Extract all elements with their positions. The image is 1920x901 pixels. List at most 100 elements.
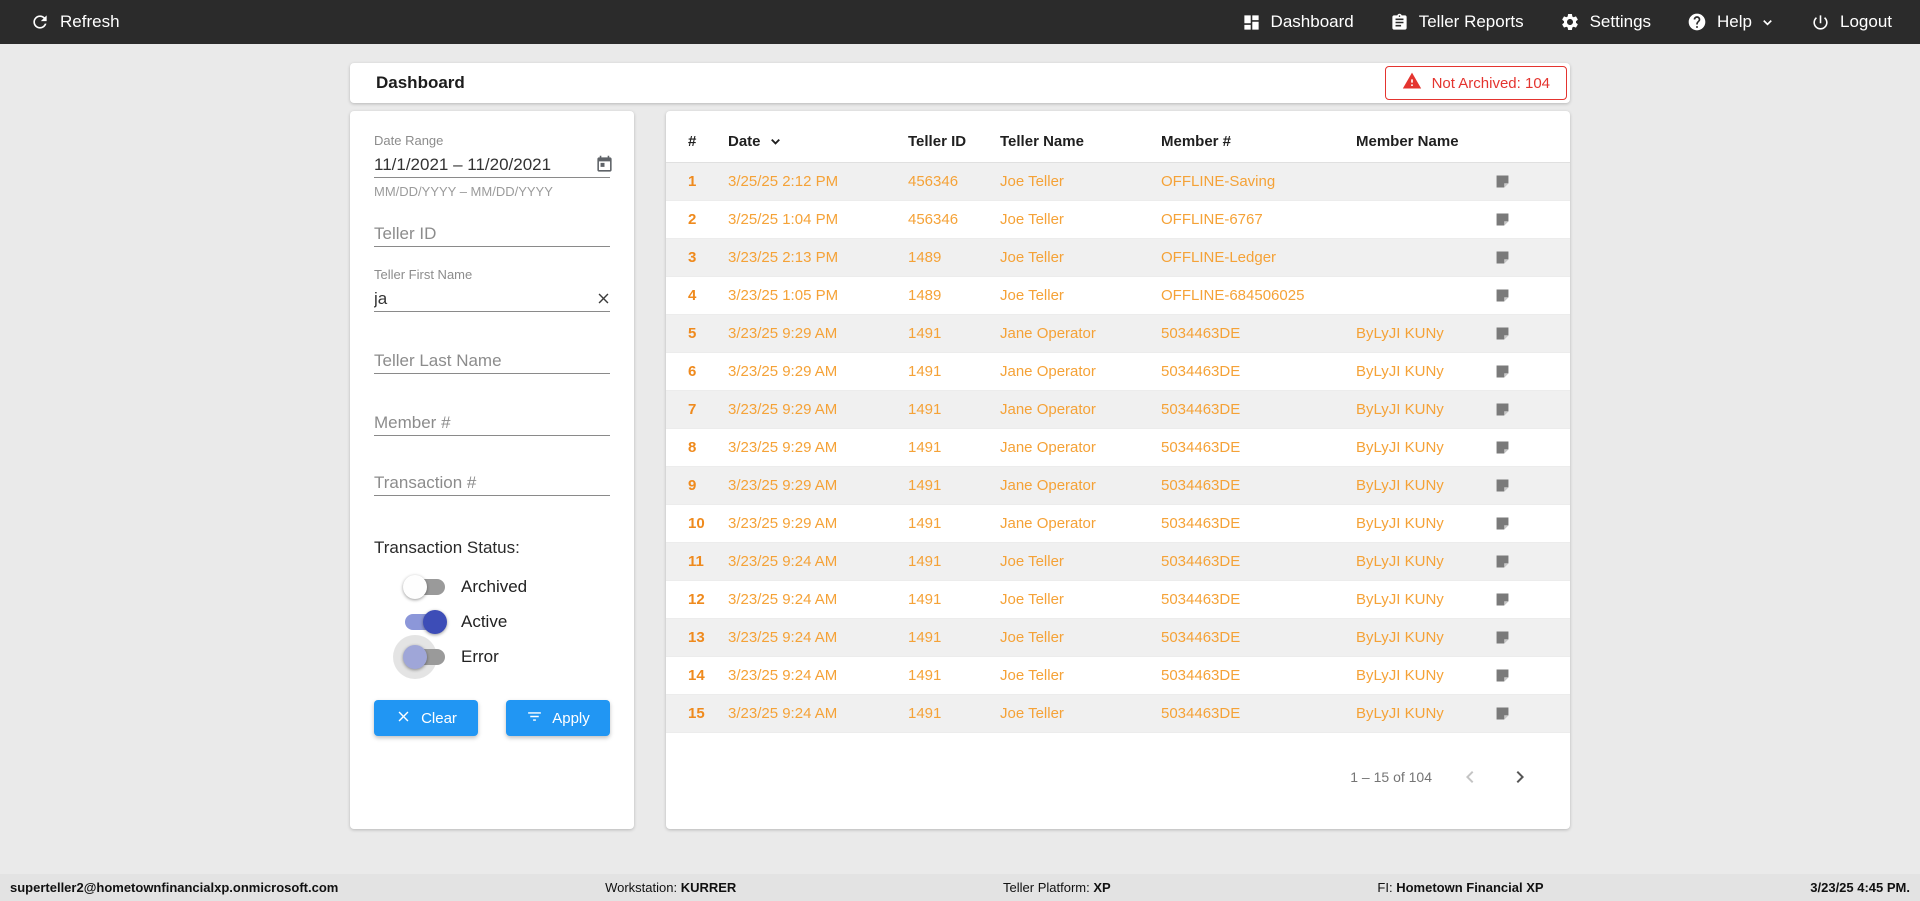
table-row[interactable]: 7 3/23/25 9:29 AM 1491 Jane Operator 503… [666, 391, 1570, 429]
refresh-label: Refresh [60, 12, 120, 31]
row-date: 3/23/25 9:24 AM [728, 705, 838, 722]
row-number: 11 [688, 553, 704, 570]
row-member-name: ByLyJI KUNy [1356, 325, 1444, 342]
toggle-active-label: Active [461, 612, 508, 631]
toggle-archived[interactable]: Archived [403, 574, 610, 600]
table-row[interactable]: 6 3/23/25 9:29 AM 1491 Jane Operator 503… [666, 353, 1570, 391]
row-date: 3/23/25 9:24 AM [728, 553, 838, 570]
row-member-name: ByLyJI KUNy [1356, 705, 1444, 722]
next-page-button[interactable] [1508, 765, 1532, 789]
table-row[interactable]: 1 3/25/25 2:12 PM 456346 Joe Teller OFFL… [666, 163, 1570, 201]
clear-field-x-icon[interactable] [595, 290, 612, 307]
row-member-number: 5034463DE [1161, 591, 1241, 608]
status-bar: superteller2@hometownfinancialxp.onmicro… [0, 874, 1920, 901]
row-date: 3/25/25 1:04 PM [728, 211, 839, 228]
teller-id-input[interactable] [374, 221, 610, 246]
row-number: 8 [688, 439, 697, 456]
col-header-teller-id: Teller ID [908, 133, 967, 150]
nav-logout[interactable]: Logout [1811, 12, 1892, 32]
nav-teller-reports-label: Teller Reports [1418, 12, 1524, 31]
toggle-active[interactable]: Active [403, 609, 610, 635]
table-row[interactable]: 3 3/23/25 2:13 PM 1489 Joe Teller OFFLIN… [666, 239, 1570, 277]
note-icon[interactable] [1494, 667, 1511, 684]
row-teller-name: Joe Teller [1000, 667, 1064, 684]
clear-button-label: Clear [421, 709, 457, 727]
table-row[interactable]: 2 3/25/25 1:04 PM 456346 Joe Teller OFFL… [666, 201, 1570, 239]
table-row[interactable]: 10 3/23/25 9:29 AM 1491 Jane Operator 50… [666, 505, 1570, 543]
note-icon[interactable] [1494, 553, 1511, 570]
note-icon[interactable] [1494, 401, 1511, 418]
help-icon [1687, 12, 1707, 32]
note-icon[interactable] [1494, 591, 1511, 608]
nav-logout-label: Logout [1840, 12, 1892, 31]
row-member-name: ByLyJI KUNy [1356, 439, 1444, 456]
member-number-input[interactable] [374, 410, 610, 435]
note-icon[interactable] [1494, 477, 1511, 494]
table-row[interactable]: 13 3/23/25 9:24 AM 1491 Joe Teller 50344… [666, 619, 1570, 657]
reports-clipboard-icon [1390, 13, 1409, 32]
row-teller-name: Jane Operator [1000, 325, 1096, 342]
not-archived-badge[interactable]: Not Archived: 104 [1384, 66, 1567, 100]
row-teller-name: Jane Operator [1000, 363, 1096, 380]
row-teller-name: Joe Teller [1000, 591, 1064, 608]
col-header-teller-name: Teller Name [1000, 133, 1084, 150]
row-teller-name: Joe Teller [1000, 211, 1064, 228]
teller-last-name-input[interactable] [374, 348, 610, 373]
note-icon[interactable] [1494, 287, 1511, 304]
row-teller-id: 1491 [908, 667, 942, 684]
nav-help[interactable]: Help [1687, 12, 1775, 32]
date-range-label: Date Range [374, 133, 444, 148]
row-teller-name: Joe Teller [1000, 287, 1064, 304]
note-icon[interactable] [1494, 439, 1511, 456]
toggle-error[interactable]: Error [393, 635, 610, 679]
row-number: 5 [688, 325, 697, 342]
col-header-date[interactable]: Date [728, 133, 908, 150]
filter-icon [526, 708, 543, 729]
row-member-number: 5034463DE [1161, 325, 1241, 342]
note-icon[interactable] [1494, 249, 1511, 266]
note-icon[interactable] [1494, 629, 1511, 646]
note-icon[interactable] [1494, 705, 1511, 722]
table-row[interactable]: 4 3/23/25 1:05 PM 1489 Joe Teller OFFLIN… [666, 277, 1570, 315]
teller-first-name-input[interactable] [374, 286, 595, 311]
col-header-num: # [688, 133, 697, 150]
note-icon[interactable] [1494, 173, 1511, 190]
date-range-input[interactable] [374, 152, 595, 177]
row-number: 12 [688, 591, 705, 608]
row-number: 2 [688, 211, 697, 228]
row-teller-name: Jane Operator [1000, 401, 1096, 418]
nav-teller-reports[interactable]: Teller Reports [1390, 12, 1524, 32]
table-row[interactable]: 5 3/23/25 9:29 AM 1491 Jane Operator 503… [666, 315, 1570, 353]
table-row[interactable]: 9 3/23/25 9:29 AM 1491 Jane Operator 503… [666, 467, 1570, 505]
table-row[interactable]: 14 3/23/25 9:24 AM 1491 Joe Teller 50344… [666, 657, 1570, 695]
note-icon[interactable] [1494, 211, 1511, 228]
row-member-name: ByLyJI KUNy [1356, 591, 1444, 608]
transaction-number-input[interactable] [374, 470, 610, 495]
row-member-name: ByLyJI KUNy [1356, 553, 1444, 570]
footer-workstation: Workstation: KURRER [605, 880, 737, 895]
row-teller-name: Joe Teller [1000, 249, 1064, 266]
teller-last-name-field [374, 348, 610, 374]
row-member-number: 5034463DE [1161, 553, 1241, 570]
nav-dashboard[interactable]: Dashboard [1242, 12, 1354, 32]
table-row[interactable]: 15 3/23/25 9:24 AM 1491 Joe Teller 50344… [666, 695, 1570, 733]
row-number: 10 [688, 515, 705, 532]
nav-settings[interactable]: Settings [1560, 12, 1651, 32]
table-row[interactable]: 12 3/23/25 9:24 AM 1491 Joe Teller 50344… [666, 581, 1570, 619]
previous-page-button[interactable] [1458, 765, 1482, 789]
toggle-archived-label: Archived [461, 577, 528, 596]
clear-button[interactable]: Clear [374, 700, 478, 736]
footer-teller-platform: Teller Platform: XP [1003, 880, 1111, 895]
note-icon[interactable] [1494, 515, 1511, 532]
note-icon[interactable] [1494, 325, 1511, 342]
refresh-button[interactable]: Refresh [30, 12, 120, 32]
calendar-icon[interactable] [595, 155, 614, 174]
row-teller-id: 1491 [908, 515, 942, 532]
apply-button[interactable]: Apply [506, 700, 610, 736]
row-number: 3 [688, 249, 697, 266]
nav-settings-label: Settings [1589, 12, 1652, 31]
row-date: 3/23/25 1:05 PM [728, 287, 839, 304]
table-row[interactable]: 11 3/23/25 9:24 AM 1491 Joe Teller 50344… [666, 543, 1570, 581]
table-row[interactable]: 8 3/23/25 9:29 AM 1491 Jane Operator 503… [666, 429, 1570, 467]
note-icon[interactable] [1494, 363, 1511, 380]
